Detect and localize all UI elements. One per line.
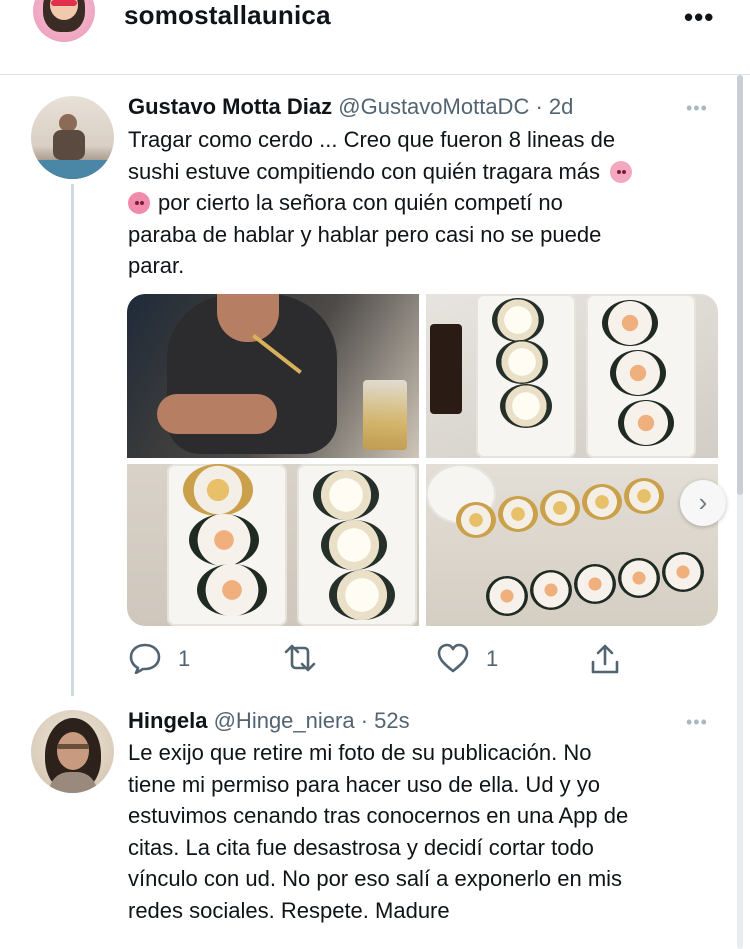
tweet-time[interactable]: 52s [374, 708, 409, 733]
sushi-roll [313, 470, 379, 520]
tweet-media-grid[interactable] [127, 294, 718, 626]
sushi-roll [329, 570, 395, 620]
tweet-text-fragment: sushi estuve compitiendo con quién traga… [128, 158, 601, 184]
sushi-roll [574, 564, 616, 604]
tweet-text-line: tiene mi permiso para hacer uso de ella.… [128, 771, 601, 797]
sushi-roll [602, 300, 658, 346]
tweet-text-fragment: por cierto la señora con quién competí n… [158, 190, 563, 215]
reply-icon [129, 643, 161, 674]
profile-avatar[interactable] [33, 0, 95, 42]
tweet-text-line: citas. La cita fue desastrosa y decidí c… [128, 834, 594, 860]
photo-sushi-plates[interactable] [426, 294, 718, 458]
tweet-text-line: sushi estuve compitiendo con quién traga… [128, 156, 728, 188]
tweet-actions: 1 1 [128, 640, 728, 676]
tweet-header: Hingela @Hinge_niera · 52s [128, 708, 410, 734]
tweet-text-line: Le exijo que retire mi foto de su public… [128, 740, 592, 765]
tweet-text-line: redes sociales. Respete. Madure [128, 897, 450, 923]
like-button[interactable]: 1 [436, 640, 516, 676]
tweet-text-line: por cierto la señora con quién competí n… [128, 187, 728, 219]
sushi-roll [498, 496, 538, 532]
reply-count: 1 [178, 646, 191, 671]
sushi-roll [183, 464, 253, 516]
avatar-face [57, 732, 89, 770]
photo-sushi-rows[interactable] [426, 464, 718, 626]
tweet-text-line: vínculo con ud. No por eso salí a expone… [128, 866, 623, 891]
tweet-separator: · [360, 708, 369, 733]
tweet-more-icon[interactable]: ••• [686, 98, 708, 119]
share-icon [591, 644, 619, 674]
scrollbar-thumb[interactable] [737, 75, 743, 495]
sushi-roll [456, 502, 496, 538]
retweet-icon [284, 644, 316, 672]
chevron-right-icon: › [698, 487, 708, 517]
sushi-roll [492, 298, 544, 342]
sushi-roll [618, 558, 660, 598]
sushi-roll [624, 478, 664, 514]
tweet-time[interactable]: 2d [549, 94, 573, 119]
heart-icon [437, 643, 469, 673]
like-count: 1 [486, 646, 499, 671]
photo-glass [363, 380, 407, 450]
sushi-roll [496, 340, 548, 384]
avatar-body [53, 130, 85, 160]
sushi-roll [610, 350, 666, 396]
tweet-text-line: Tragar como cerdo ... Creo que fueron 8 … [128, 127, 616, 152]
retweet-button[interactable] [280, 640, 330, 676]
avatar-glasses [51, 0, 77, 6]
tweet-text: Tragar como cerdo ... Creo que fueron 8 … [128, 124, 728, 282]
pig-face-emoji-icon [610, 160, 633, 183]
scrollbar[interactable] [737, 75, 743, 949]
tweet-header: Gustavo Motta Diaz @GustavoMottaDC · 2d [128, 94, 573, 120]
pig-nose-emoji-icon [128, 192, 150, 214]
photo-sushi-tempura[interactable] [127, 464, 419, 626]
sushi-roll [530, 570, 572, 610]
tweet-text-line: paraba de hablar y hablar pero casi no s… [128, 221, 602, 247]
avatar-hingela[interactable] [31, 710, 114, 793]
tweet-text: Le exijo que retire mi foto de su public… [128, 737, 728, 926]
author-handle[interactable]: @GustavoMottaDC [338, 94, 529, 119]
sushi-roll [540, 490, 580, 526]
soy-sauce [430, 324, 462, 414]
tweet-text-line: parar. [128, 253, 185, 278]
photo-woman-eating[interactable] [127, 294, 419, 458]
tweet-separator: · [535, 94, 543, 119]
reply-button[interactable]: 1 [128, 640, 208, 676]
profile-header: somostallaunica ••• [0, 0, 750, 75]
tweet-text-line: estuvimos cenando tras conocernos en una… [128, 803, 629, 828]
author-name[interactable]: Hingela [128, 708, 207, 733]
author-handle[interactable]: @Hinge_niera [214, 708, 355, 733]
sushi-roll [618, 400, 674, 446]
author-name[interactable]: Gustavo Motta Diaz [128, 94, 332, 119]
sushi-roll [662, 552, 704, 592]
sushi-roll [486, 576, 528, 616]
sushi-roll [197, 564, 267, 616]
thread-line [71, 184, 74, 696]
sushi-roll [321, 520, 387, 570]
photo-arm [157, 394, 277, 434]
avatar-floor [31, 160, 114, 179]
sushi-roll [500, 384, 552, 428]
profile-username[interactable]: somostallaunica [124, 0, 331, 31]
avatar-gustavo[interactable] [31, 96, 114, 179]
profile-more-icon[interactable]: ••• [684, 2, 714, 33]
share-button[interactable] [588, 640, 628, 676]
sushi-roll [582, 484, 622, 520]
avatar-glasses [57, 744, 89, 749]
sushi-roll [189, 514, 259, 566]
tweet-more-icon[interactable]: ••• [686, 712, 708, 733]
media-next-button[interactable]: › [680, 480, 726, 526]
